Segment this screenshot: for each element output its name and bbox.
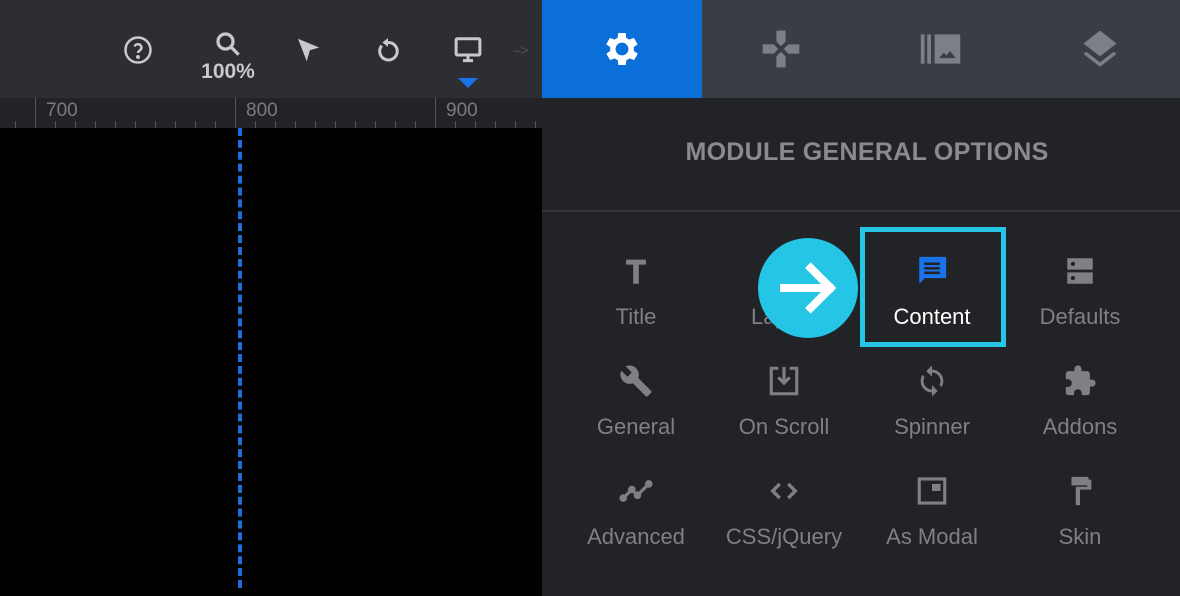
help-button[interactable] (118, 30, 158, 70)
text-icon (626, 259, 646, 284)
option-as-modal[interactable]: As Modal (858, 440, 1006, 550)
content-highlight-box (860, 227, 1006, 347)
help-circle-icon (124, 36, 152, 64)
search-icon (216, 32, 240, 56)
tutorial-callout (758, 238, 858, 338)
ruler-minor-tick (315, 121, 316, 128)
server-icon (1067, 258, 1093, 284)
option-skin[interactable]: Skin (1006, 440, 1154, 550)
editor-canvas[interactable] (0, 128, 542, 596)
monitor-icon (454, 37, 482, 63)
option-advanced[interactable]: Advanced (562, 440, 710, 550)
modal-window-icon (917, 477, 947, 505)
ruler-minor-tick (375, 121, 376, 128)
tab-settings[interactable] (542, 0, 702, 98)
ruler-minor-tick (535, 121, 536, 128)
ruler-major-tick (35, 98, 36, 128)
ruler-minor-tick (335, 121, 336, 128)
option-css-jquery[interactable]: CSS/jQuery (710, 440, 858, 550)
zoom-button[interactable] (208, 24, 248, 64)
ruler-minor-tick (95, 121, 96, 128)
desktop-view-button[interactable] (448, 30, 488, 70)
arrow-right-icon (780, 262, 837, 314)
horizontal-ruler: 700 800 900 (0, 98, 542, 128)
option-title[interactable]: Title (562, 220, 710, 330)
ruler-minor-tick (455, 121, 456, 128)
trend-line-icon (619, 480, 653, 502)
ruler-minor-tick (115, 121, 116, 128)
undo-button[interactable] (368, 30, 408, 70)
ruler-minor-tick (55, 121, 56, 128)
puzzle-icon (1065, 365, 1096, 396)
wrench-icon (620, 365, 652, 397)
gamepad-icon (762, 30, 800, 68)
code-icon (770, 482, 798, 500)
ruler-minor-tick (155, 121, 156, 128)
ruler-minor-tick (215, 121, 216, 128)
tab-controls[interactable] (702, 0, 862, 98)
ruler-minor-tick (295, 121, 296, 128)
download-box-icon (769, 366, 799, 396)
undo-icon (378, 38, 399, 62)
tab-layers[interactable] (1021, 0, 1180, 98)
cursor-arrow-icon (298, 38, 320, 62)
ruler-major-tick (435, 98, 436, 128)
editor-toolbar: 100% --> (0, 0, 542, 98)
ruler-minor-tick (195, 121, 196, 128)
panel-title: MODULE GENERAL OPTIONS (685, 138, 1049, 166)
ruler-major-tick (235, 98, 236, 128)
ruler-minor-tick (355, 121, 356, 128)
zoom-level: 100% (201, 60, 255, 83)
panel-tabs (542, 0, 1180, 98)
ruler-minor-tick (175, 121, 176, 128)
active-device-indicator (458, 78, 478, 88)
layers-icon (1083, 30, 1117, 67)
ruler-label: 800 (246, 100, 278, 121)
paint-roller-icon (1071, 476, 1092, 506)
gear-icon (605, 33, 638, 65)
ruler-minor-tick (475, 121, 476, 128)
ruler-minor-tick (415, 121, 416, 128)
panel-divider (542, 210, 1180, 212)
ruler-minor-tick (75, 121, 76, 128)
ruler-minor-tick (135, 121, 136, 128)
ruler-minor-tick (495, 121, 496, 128)
option-defaults[interactable]: Defaults (1006, 220, 1154, 330)
option-general[interactable]: General (562, 330, 710, 440)
arrow-hint: --> (513, 42, 528, 58)
ruler-minor-tick (395, 121, 396, 128)
ruler-label: 700 (46, 100, 78, 121)
ruler-minor-tick (15, 121, 16, 128)
ruler-minor-tick (255, 121, 256, 128)
option-addons[interactable]: Addons (1006, 330, 1154, 440)
ruler-minor-tick (275, 121, 276, 128)
ruler-minor-tick (515, 121, 516, 128)
ruler-label: 900 (446, 100, 478, 121)
option-on-scroll[interactable]: On Scroll (710, 330, 858, 440)
vertical-guide-line[interactable] (238, 128, 242, 588)
select-tool-button[interactable] (288, 30, 328, 70)
sync-icon (920, 365, 944, 397)
gallery-icon (920, 34, 960, 64)
tab-media[interactable] (861, 0, 1021, 98)
